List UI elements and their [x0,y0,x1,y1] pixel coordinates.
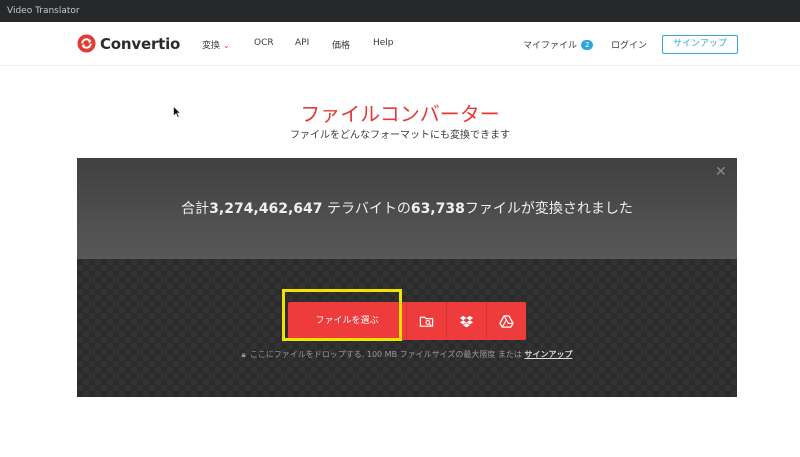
nav-my-files[interactable]: マイファイル 2 [523,38,594,51]
stats-suffix: ファイルが変換されました [464,201,633,217]
stats-terabytes: 3,274,462,647 [209,201,323,217]
nav-ocr[interactable]: OCR [254,38,274,48]
converter-panel: ✕ 合計3,274,462,647 テラバイトの63,738ファイルが変換されま… [77,158,737,397]
stats-prefix: 合計 [181,201,210,217]
folder-search-icon [419,316,434,327]
nav-login[interactable]: ログイン [611,38,647,51]
nav-convert[interactable]: 変換 ⌄ [202,38,230,51]
nav-api[interactable]: API [295,38,309,48]
drop-note-signup-link[interactable]: サインアップ [524,350,572,359]
window-title: Video Translator [7,6,80,16]
dropbox-button[interactable] [446,302,486,340]
my-files-label: マイファイル [523,41,578,51]
stats-mid: テラバイトの [322,201,411,217]
drop-note-text: ここにファイルをドロップする. 100 MB ファイルサイズの最大限度 または [249,350,522,359]
nav-help[interactable]: Help [373,38,394,48]
nav-convert-label: 変換 [202,41,221,51]
highlight-box [282,289,402,341]
nav-pricing[interactable]: 価格 [332,38,350,51]
google-drive-button[interactable] [486,302,526,340]
my-files-count-badge: 2 [581,40,594,50]
chevron-down-icon: ⌄ [223,41,230,50]
brand-logo[interactable]: Convertio [77,34,180,53]
convertio-logo-icon [77,34,96,53]
window-titlebar: Video Translator [0,0,800,22]
close-icon[interactable]: ✕ [715,164,727,180]
signup-button[interactable]: サインアップ [662,35,738,54]
stats-files: 63,738 [410,201,465,217]
page-subtitle: ファイルをどんなフォーマットにも変換できます [290,130,510,141]
conversion-stats: 合計3,274,462,647 テラバイトの63,738ファイルが変換されました [77,198,737,218]
drop-note: 🔒︎ ここにファイルをドロップする. 100 MB ファイルサイズの最大限度 また… [77,349,737,360]
top-navbar: Convertio 変換 ⌄ OCR API 価格 Help マイファイル 2 ログ… [0,22,800,66]
google-drive-icon [499,314,514,328]
page-title: ファイルコンバーター [300,102,500,126]
brand-name: Convertio [100,34,181,53]
dropbox-icon [459,315,474,327]
lock-icon: 🔒︎ [241,350,246,359]
local-file-button[interactable] [406,302,446,340]
